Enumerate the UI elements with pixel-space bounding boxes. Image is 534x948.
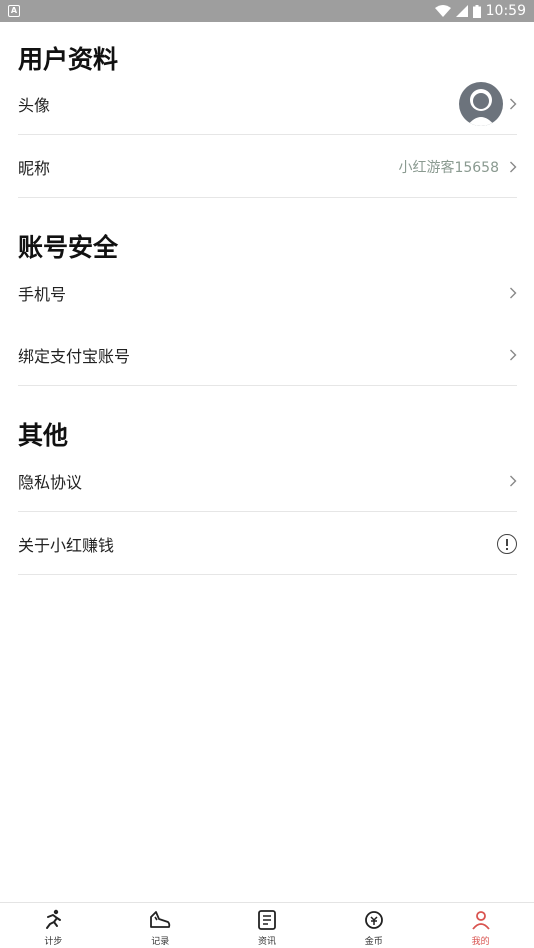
section-title-other: 其他	[18, 421, 69, 450]
avatar-row[interactable]: 头像	[18, 72, 517, 135]
shoe-icon	[150, 911, 171, 928]
profile-icon	[471, 911, 490, 930]
avatar-label: 头像	[18, 95, 51, 115]
default-avatar-icon	[467, 88, 495, 126]
chevron-right-icon	[510, 98, 517, 109]
alipay-label: 绑定支付宝账号	[18, 346, 131, 366]
tab-label: 金币	[364, 937, 383, 947]
battery-icon	[472, 4, 481, 18]
tab-label: 资讯	[257, 937, 276, 947]
tab-news[interactable]: 资讯	[214, 903, 321, 948]
phone-label: 手机号	[18, 284, 67, 304]
tab-label: 我的	[471, 937, 490, 947]
chevron-right-icon	[510, 475, 517, 486]
section-title-profile: 用户资料	[18, 45, 119, 74]
news-icon	[258, 910, 276, 930]
alipay-row[interactable]: 绑定支付宝账号	[18, 323, 517, 386]
divider	[18, 574, 517, 575]
tab-label: 计步	[44, 937, 63, 947]
info-icon	[497, 533, 517, 554]
chevron-right-icon	[510, 161, 517, 172]
divider	[18, 385, 517, 386]
notification-icon: A	[8, 5, 20, 17]
nickname-value: 小红游客15658	[398, 159, 499, 176]
chevron-right-icon	[510, 287, 517, 298]
bottom-tab-bar: 计步 记录 资讯 金币 我的	[0, 902, 534, 948]
tab-record[interactable]: 记录	[107, 903, 214, 948]
chevron-right-icon	[510, 349, 517, 360]
tab-label: 记录	[151, 937, 170, 947]
nickname-label: 昵称	[18, 158, 51, 178]
section-title-security: 账号安全	[18, 233, 119, 262]
privacy-label: 隐私协议	[18, 472, 83, 492]
divider	[18, 197, 517, 198]
tab-mine[interactable]: 我的	[427, 903, 534, 948]
status-bar: A 10:59	[0, 0, 534, 22]
running-icon	[46, 909, 62, 929]
nickname-row[interactable]: 昵称 小红游客15658	[18, 135, 517, 198]
signal-icon	[455, 5, 468, 17]
phone-row[interactable]: 手机号	[18, 261, 517, 324]
clock: 10:59	[485, 3, 526, 19]
about-row[interactable]: 关于小红赚钱	[18, 512, 517, 575]
wifi-icon	[434, 5, 451, 17]
privacy-row[interactable]: 隐私协议	[18, 449, 517, 512]
about-label: 关于小红赚钱	[18, 535, 115, 555]
avatar[interactable]	[459, 81, 503, 126]
tab-coin[interactable]: 金币	[320, 903, 427, 948]
status-icons: 10:59	[434, 0, 526, 22]
coin-icon	[364, 911, 383, 929]
tab-step[interactable]: 计步	[0, 903, 107, 948]
